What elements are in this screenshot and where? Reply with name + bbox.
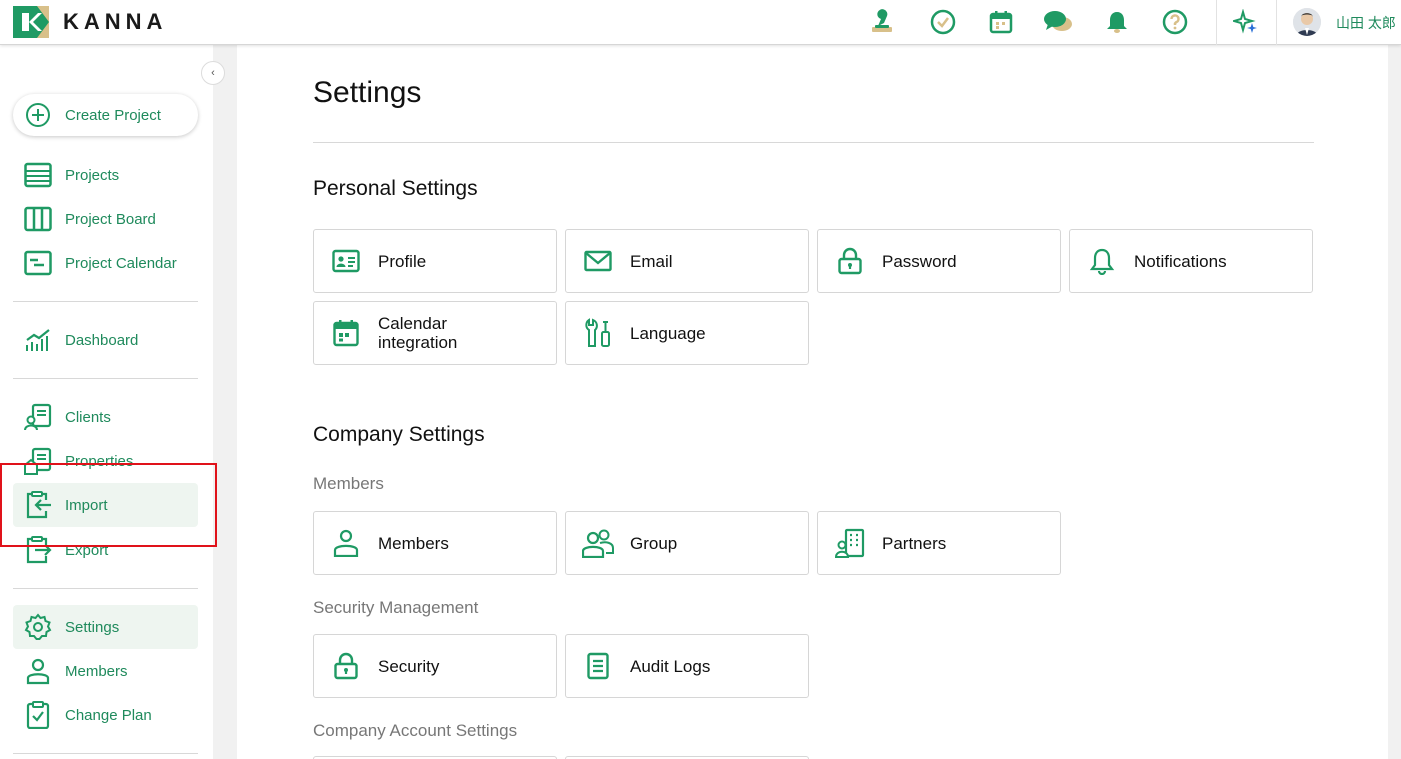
sidebar-item-label: Settings [65, 618, 120, 636]
card-label: Password [882, 251, 957, 271]
audit-logs-card[interactable]: Audit Logs [565, 634, 809, 698]
sidebar-gutter [213, 45, 237, 759]
calendar-icon [330, 317, 362, 349]
lock-icon [330, 650, 362, 682]
bell-icon[interactable] [1102, 7, 1132, 37]
notifications-card[interactable]: Notifications [1069, 229, 1313, 293]
card-label: Calendar integration [378, 314, 458, 352]
top-header: KANNA 山田 太郎 [0, 0, 1401, 45]
sidebar-item-label: Projects [65, 166, 120, 184]
sidebar-item-clients[interactable]: Clients [13, 395, 198, 439]
sidebar-item-label: Change Plan [65, 706, 152, 724]
person-icon [23, 656, 53, 686]
bell-outline-icon [1086, 245, 1118, 277]
card-label: Email [630, 251, 673, 271]
calendar-icon[interactable] [986, 7, 1016, 37]
gear-icon [23, 612, 53, 642]
app-window: KANNA 山田 太郎 Create Project ‹ Projects Pr… [0, 0, 1401, 759]
card-label: Partners [882, 533, 947, 553]
tools-icon [582, 317, 614, 349]
help-icon[interactable] [1160, 7, 1190, 37]
sidebar-item-label: Dashboard [65, 331, 139, 349]
sidebar-item-projects[interactable]: Projects [13, 153, 198, 197]
clipboard-check-icon [23, 700, 53, 730]
sidebar-divider [13, 753, 198, 754]
export-icon [23, 535, 53, 565]
sidebar-item-project-calendar[interactable]: Project Calendar [13, 241, 198, 285]
task-check-icon[interactable] [928, 7, 958, 37]
sidebar-item-label: Export [65, 541, 109, 559]
collapse-sidebar-button[interactable]: ‹ [201, 61, 225, 85]
chart-trend-icon [23, 325, 53, 355]
personal-settings-heading: Personal Settings [313, 177, 478, 200]
sidebar-item-project-board[interactable]: Project Board [13, 197, 198, 241]
ai-sparkle-icon[interactable] [1231, 7, 1261, 37]
company-account-settings-subheading: Company Account Settings [313, 721, 518, 740]
sidebar-divider [13, 588, 198, 589]
sidebar-item-label: Properties [65, 452, 134, 470]
plus-circle-icon [25, 102, 51, 128]
list-icon [23, 160, 53, 190]
card-label: Language [630, 323, 706, 343]
sidebar-item-import[interactable]: Import [13, 483, 198, 527]
page-title: Settings [313, 76, 422, 109]
sidebar-divider [13, 301, 198, 302]
create-project-label: Create Project [65, 106, 161, 124]
lock-icon [834, 245, 866, 277]
stamp-icon[interactable] [867, 7, 897, 37]
card-label: Group [630, 533, 678, 553]
card-label: Notifications [1134, 251, 1227, 271]
id-card-icon [330, 245, 362, 277]
profile-card[interactable]: Profile [313, 229, 557, 293]
card-label: Profile [378, 251, 427, 271]
client-card-icon [23, 402, 53, 432]
property-icon [23, 446, 53, 476]
sidebar-item-settings[interactable]: Settings [13, 605, 198, 649]
email-card[interactable]: Email [565, 229, 809, 293]
person-icon [330, 527, 362, 559]
calendar-integration-card[interactable]: Calendar integration [313, 301, 557, 365]
sidebar-item-export[interactable]: Export [13, 528, 198, 572]
company-settings-heading: Company Settings [313, 423, 485, 446]
user-avatar[interactable] [1293, 8, 1321, 36]
board-columns-icon [23, 204, 53, 234]
members-card[interactable]: Members [313, 511, 557, 575]
card-label: Members [378, 533, 449, 553]
kanna-logo-icon[interactable] [13, 6, 49, 38]
import-icon [23, 490, 53, 520]
sidebar-item-label: Members [65, 662, 128, 680]
password-card[interactable]: Password [817, 229, 1061, 293]
language-card[interactable]: Language [565, 301, 809, 365]
sidebar-item-properties[interactable]: Properties [13, 439, 198, 483]
scrollbar-track[interactable] [1388, 45, 1401, 759]
card-label: Audit Logs [630, 656, 711, 676]
group-card[interactable]: Group [565, 511, 809, 575]
user-name[interactable]: 山田 太郎 [1336, 13, 1396, 33]
brand-name: KANNA [63, 9, 168, 34]
calendar-gantt-icon [23, 248, 53, 278]
members-subheading: Members [313, 474, 384, 493]
security-card[interactable]: Security [313, 634, 557, 698]
sidebar-item-members[interactable]: Members [13, 649, 198, 693]
chat-icon[interactable] [1043, 7, 1073, 37]
envelope-icon [582, 245, 614, 277]
sidebar-item-label: Project Board [65, 210, 156, 228]
sidebar-item-label: Clients [65, 408, 111, 426]
title-divider [313, 142, 1314, 143]
sidebar-item-dashboard[interactable]: Dashboard [13, 318, 198, 362]
header-separator [1276, 0, 1277, 45]
partners-card[interactable]: Partners [817, 511, 1061, 575]
header-separator [1216, 0, 1217, 45]
document-icon [582, 650, 614, 682]
create-project-button[interactable]: Create Project [13, 94, 198, 136]
card-label: Security [378, 656, 440, 676]
security-management-subheading: Security Management [313, 598, 479, 617]
partner-building-icon [834, 527, 866, 559]
sidebar-item-change-plan[interactable]: Change Plan [13, 693, 198, 737]
sidebar-item-label: Import [65, 496, 108, 514]
sidebar-item-label: Project Calendar [65, 254, 177, 272]
group-people-icon [582, 527, 614, 559]
sidebar-divider [13, 378, 198, 379]
